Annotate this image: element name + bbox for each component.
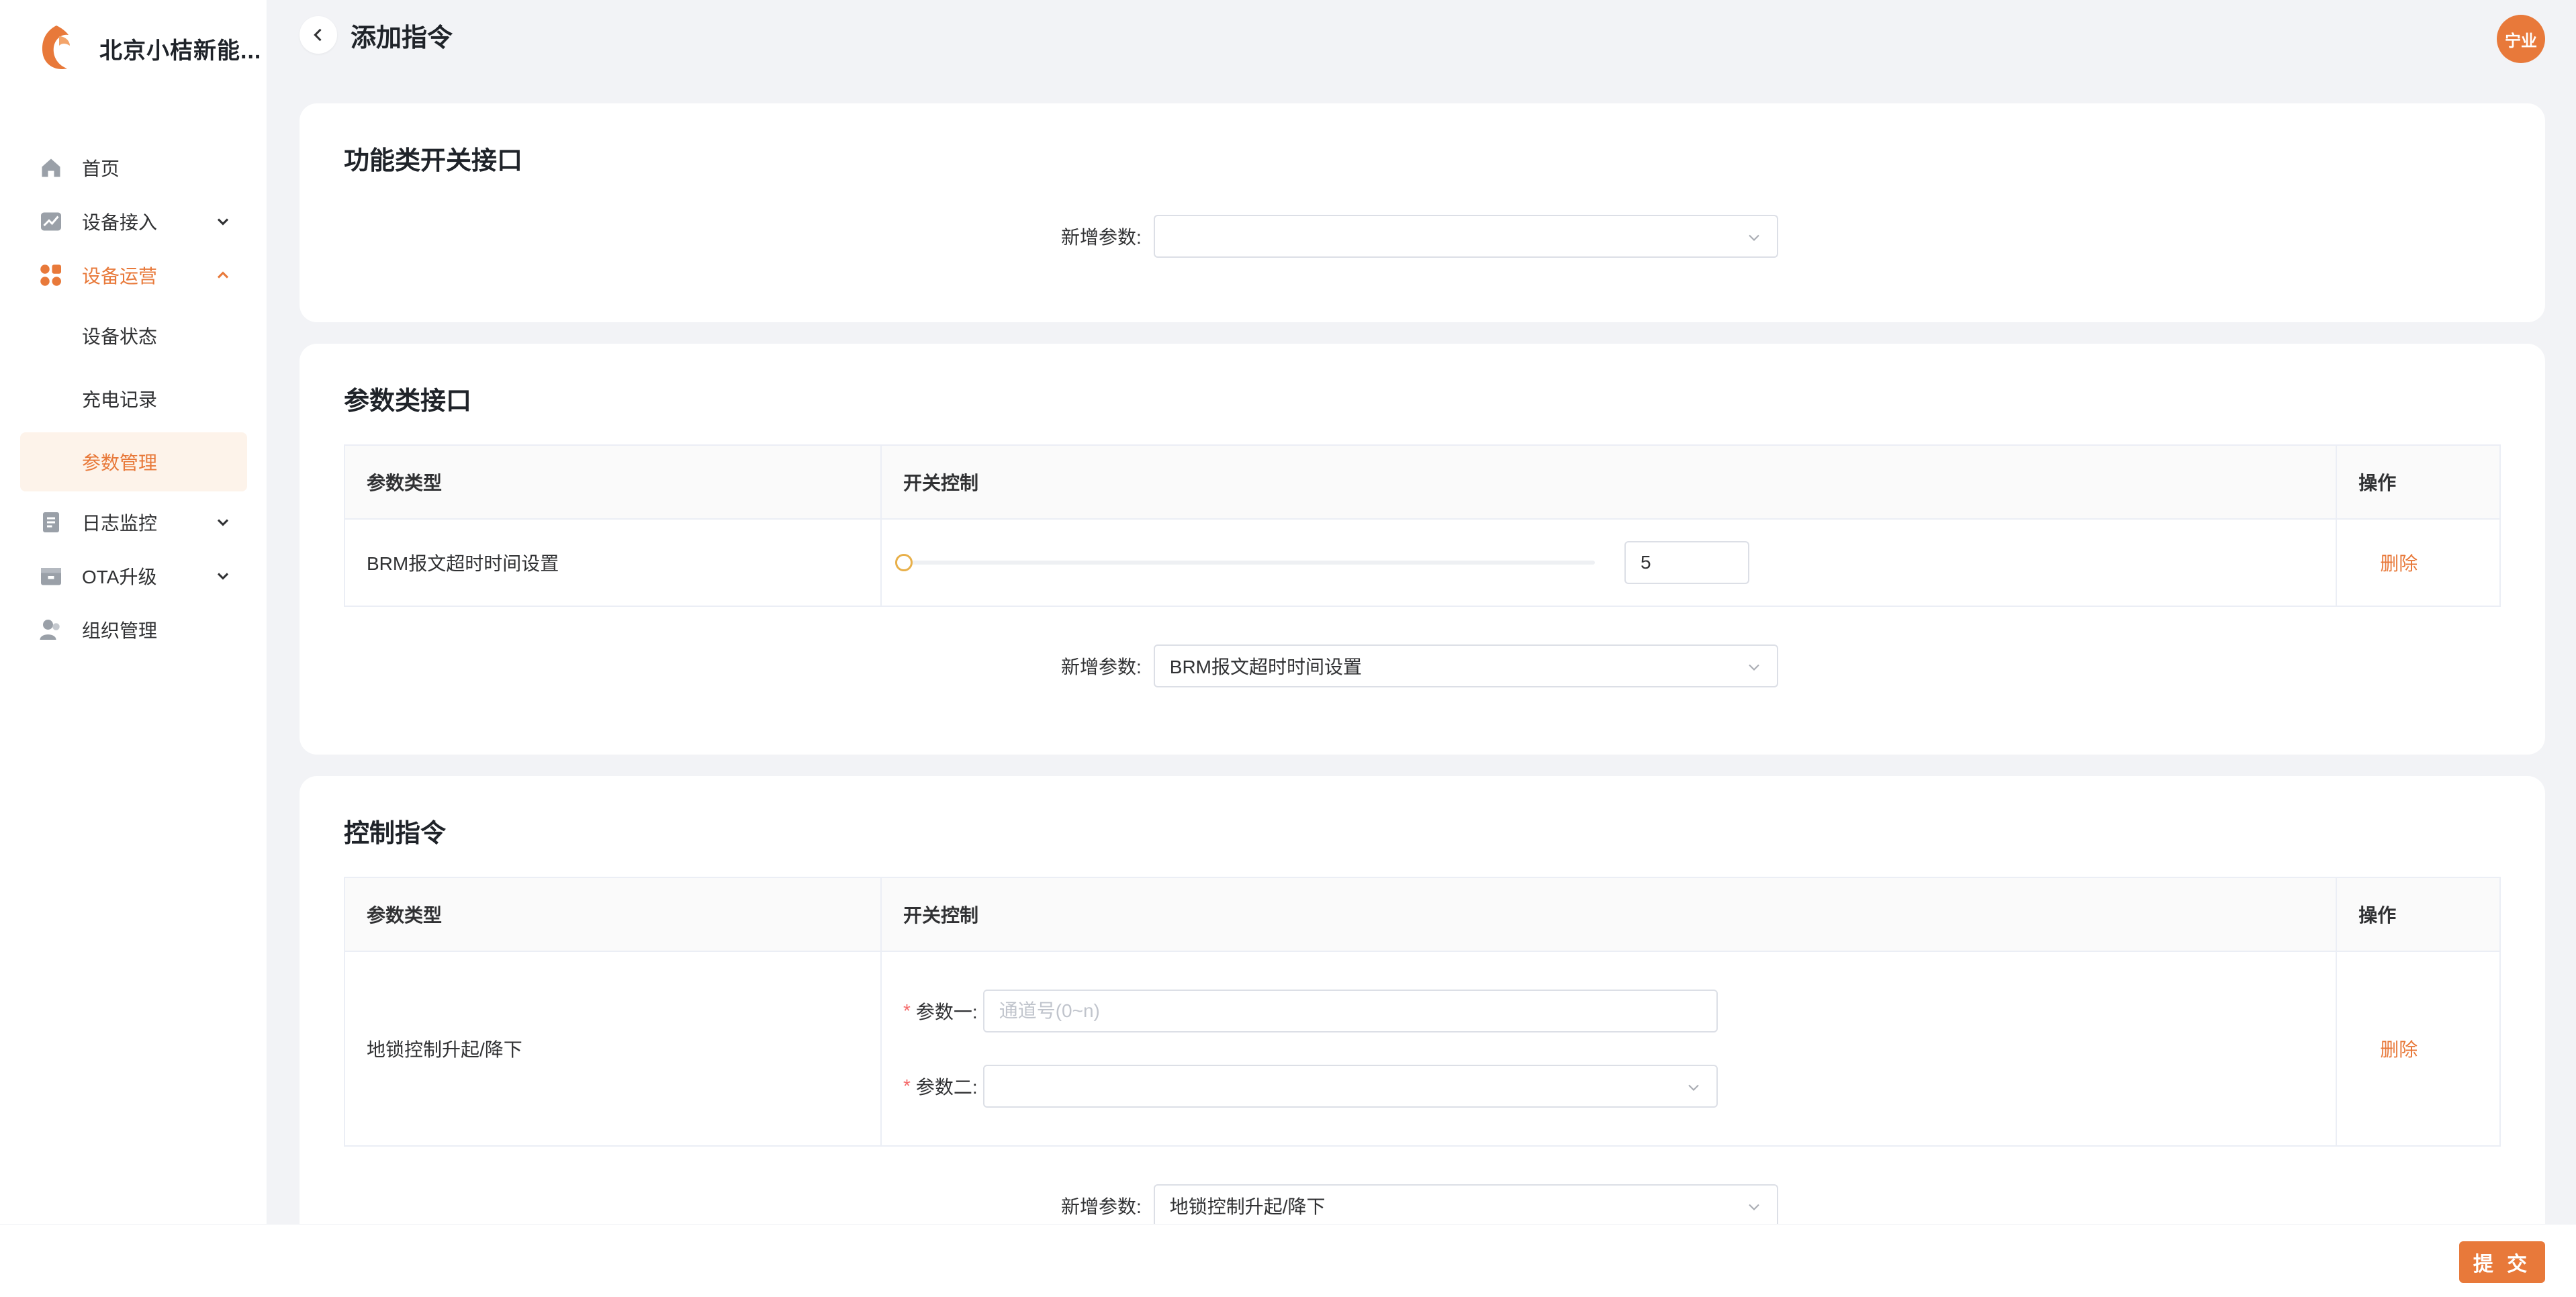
sidebar-item-home[interactable]: 首页 — [20, 141, 247, 195]
column-header: 参数类型 — [345, 878, 882, 951]
delete-link[interactable]: 删除 — [2358, 549, 2418, 576]
sidebar-menu: 首页 设备接入 设备运营 设备状态 充电记录 参数管理 日志监控 OTA升级 组… — [20, 141, 247, 657]
param-one-input[interactable] — [982, 990, 1718, 1032]
sidebar-subitem-label: 充电记录 — [82, 389, 158, 410]
table-row: 地锁控制升起/降下 * 参数一: * 参数二: — [345, 952, 2499, 1145]
card-parameter-interface: 参数类接口 参数类型 开关控制 操作 BRM报文超时时间设置 5 删除 新增参数… — [300, 344, 2545, 755]
submit-button[interactable]: 提 交 — [2459, 1241, 2545, 1283]
chevron-left-icon — [314, 28, 322, 42]
sidebar-item-log-monitoring[interactable]: 日志监控 — [20, 495, 247, 549]
sidebar-item-device-access[interactable]: 设备接入 — [20, 195, 247, 248]
add-param-label: 新增参数: — [1061, 1196, 1142, 1217]
avatar[interactable]: 宁业 — [2497, 15, 2545, 63]
required-mark: * — [903, 1000, 911, 1021]
add-param-label: 新增参数: — [1061, 227, 1142, 248]
card-control-commands: 控制指令 参数类型 开关控制 操作 地锁控制升起/降下 * 参数一: 通道号(0… — [300, 776, 2545, 1224]
sidebar-item-ota-upgrade[interactable]: OTA升级 — [20, 549, 247, 603]
brand-logo-icon — [42, 26, 70, 70]
section-title: 控制指令 — [344, 820, 447, 848]
chevron-down-icon — [1688, 1084, 1699, 1091]
apps-icon — [38, 262, 64, 289]
sidebar-item-organization[interactable]: 组织管理 — [20, 603, 247, 657]
slider-handle[interactable] — [895, 554, 913, 571]
home-icon — [38, 154, 64, 181]
sidebar-item-label: 首页 — [82, 158, 120, 179]
add-param-select[interactable]: 地锁控制升起/降下 — [1153, 1184, 1778, 1224]
table-row: BRM报文超时时间设置 5 删除 — [345, 520, 2499, 606]
value-slider[interactable] — [895, 554, 1596, 571]
document-icon — [38, 509, 64, 536]
sidebar-item-label: 设备接入 — [82, 212, 158, 233]
action-cell: 删除 — [2337, 952, 2499, 1145]
param-two-select[interactable] — [982, 1065, 1718, 1108]
param-one-label: 参数一: — [915, 1002, 978, 1022]
card-function-switch: 功能类开关接口 新增参数: — [300, 103, 2545, 322]
add-param-label: 新增参数: — [1061, 657, 1142, 677]
sidebar-subitem-device-status[interactable]: 设备状态 — [20, 306, 247, 365]
sidebar-item-label: 日志监控 — [82, 513, 158, 534]
parameter-table: 参数类型 开关控制 操作 BRM报文超时时间设置 5 删除 — [344, 444, 2501, 607]
value-input[interactable]: 5 — [1624, 541, 1750, 584]
page-title: 添加指令 — [351, 23, 453, 52]
back-button[interactable] — [300, 16, 337, 54]
table-header: 参数类型 开关控制 操作 — [345, 446, 2499, 520]
required-mark: * — [903, 1075, 911, 1096]
archive-icon — [38, 563, 64, 589]
add-param-row: 新增参数: 地锁控制升起/降下 — [1061, 1184, 1778, 1224]
add-param-row: 新增参数: — [1061, 215, 1778, 258]
param-two-label: 参数二: — [915, 1077, 978, 1098]
chevron-down-icon — [1749, 1204, 1759, 1210]
column-header: 开关控制 — [882, 878, 2338, 951]
column-header: 操作 — [2358, 473, 2397, 493]
delete-link[interactable]: 删除 — [2358, 1035, 2418, 1062]
chevron-up-icon — [217, 271, 229, 279]
footer-bar: 提 交 — [0, 1224, 2576, 1297]
brand: 北京小桔新能... — [35, 23, 261, 74]
column-header: 参数类型 — [345, 446, 882, 518]
sidebar-subitem-label: 设备状态 — [82, 326, 158, 347]
add-param-select[interactable] — [1153, 215, 1778, 258]
chart-icon — [38, 208, 64, 235]
param-one-row: * 参数一: — [903, 990, 1718, 1032]
chevron-down-icon — [1749, 234, 1759, 241]
param-type-cell: BRM报文超时时间设置 — [345, 520, 882, 606]
column-header: 开关控制 — [882, 446, 2338, 518]
column-header: 操作 — [2358, 905, 2397, 926]
sidebar-item-label: 组织管理 — [82, 620, 158, 641]
table-header: 参数类型 开关控制 操作 — [345, 878, 2499, 952]
main-content: 添加指令 宁业 功能类开关接口 新增参数: 参数类接口 参数类型 开关控制 操作 — [267, 0, 2576, 1224]
sidebar-subitem-parameter-management[interactable]: 参数管理 — [20, 432, 247, 491]
select-value: 地锁控制升起/降下 — [1169, 1196, 1326, 1217]
sidebar-subitem-label: 参数管理 — [82, 452, 158, 473]
switch-control-cell: * 参数一: * 参数二: — [882, 952, 2338, 1145]
sidebar-item-label: 设备运营 — [82, 266, 158, 287]
sidebar-item-device-operation[interactable]: 设备运营 — [20, 248, 247, 302]
chevron-down-icon — [217, 218, 229, 226]
brand-name: 北京小桔新能... — [99, 38, 262, 64]
users-icon — [38, 616, 64, 643]
chevron-down-icon — [217, 573, 229, 580]
sidebar-item-label: OTA升级 — [82, 567, 157, 587]
action-cell: 删除 — [2337, 520, 2499, 606]
select-value: BRM报文超时时间设置 — [1169, 657, 1363, 677]
section-title: 功能类开关接口 — [344, 147, 523, 175]
page-header: 添加指令 — [300, 16, 453, 54]
section-title: 参数类接口 — [344, 387, 472, 416]
param-type-cell: 地锁控制升起/降下 — [345, 952, 882, 1145]
sidebar-subitem-charging-records[interactable]: 充电记录 — [20, 369, 247, 428]
sidebar: 北京小桔新能... 首页 设备接入 设备运营 设备状态 充电记录 参数管理 日志… — [0, 0, 267, 1224]
add-param-select[interactable]: BRM报文超时时间设置 — [1153, 644, 1778, 687]
control-table: 参数类型 开关控制 操作 地锁控制升起/降下 * 参数一: * — [344, 877, 2501, 1147]
switch-control-cell: 5 — [882, 520, 2338, 606]
chevron-down-icon — [1749, 664, 1759, 671]
param-two-row: * 参数二: — [903, 1065, 1718, 1108]
chevron-down-icon — [217, 519, 229, 526]
add-param-row: 新增参数: BRM报文超时时间设置 — [1061, 644, 1778, 687]
